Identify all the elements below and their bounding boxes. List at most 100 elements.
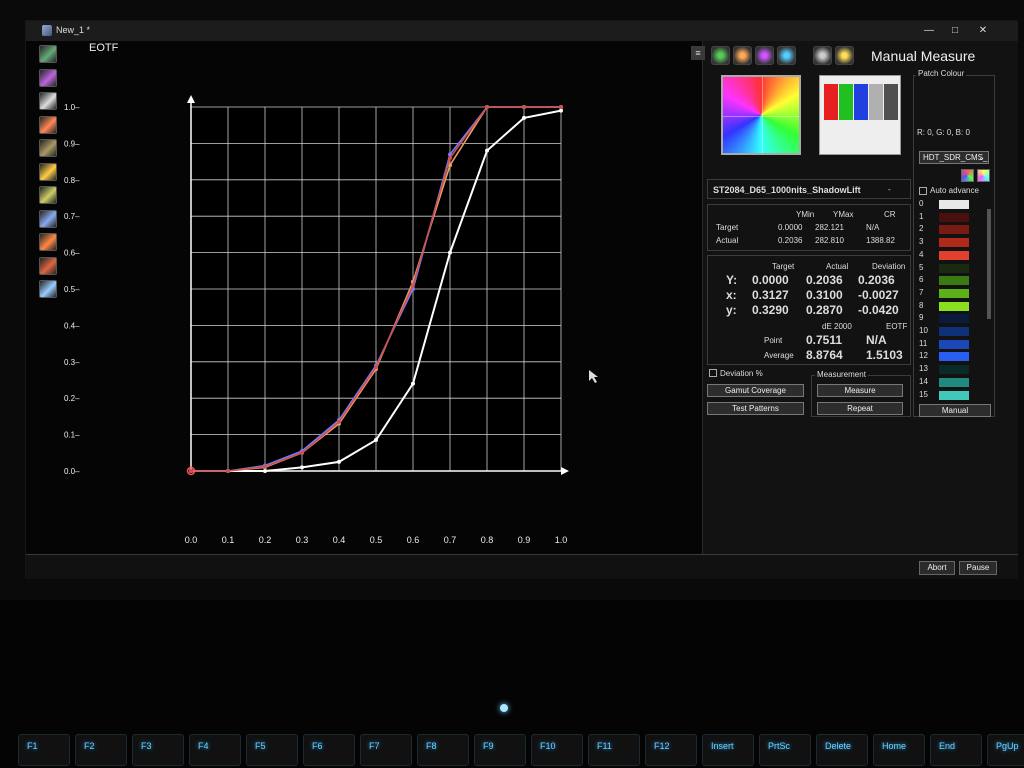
series-point (300, 465, 304, 470)
patch-swatch[interactable] (939, 314, 969, 324)
grayscale-icon[interactable] (777, 46, 796, 65)
patch-preview[interactable] (819, 75, 901, 155)
gamut-coverage-button[interactable]: Gamut Coverage (707, 384, 804, 397)
abort-button[interactable]: Abort (919, 561, 955, 575)
maximize-icon[interactable]: □ (948, 24, 962, 38)
patch-number: 6 (919, 275, 924, 285)
patch-swatch[interactable] (939, 200, 969, 209)
colorwheel-icon[interactable] (733, 46, 752, 65)
minimize-icon[interactable]: — (922, 24, 936, 38)
y-tick-label: 1.0– (64, 103, 80, 112)
series-point (448, 155, 452, 160)
preset-select[interactable]: HDT_SDR_CMS_ ⌄ (919, 151, 989, 164)
patch-swatch[interactable] (939, 301, 969, 311)
y-tick-label: 0.3– (64, 358, 80, 367)
key-prtsc: PrtSc (759, 734, 811, 766)
y-tick-label: 0.6– (64, 249, 80, 258)
ymax-header: CR (884, 210, 896, 219)
x-tick-label: 0.2 (259, 535, 272, 545)
status-bar: Abort Pause (26, 554, 1018, 579)
ymax-cell: 0.0000 (778, 223, 803, 232)
series-point (226, 469, 230, 473)
readings-row-label: y: (726, 303, 737, 317)
measure-button[interactable]: Measure (817, 384, 903, 397)
gamut-icon[interactable] (711, 46, 730, 65)
key-f7: F7 (360, 734, 412, 766)
palette-icon[interactable] (977, 169, 990, 182)
eotf-preview-icon[interactable] (813, 46, 832, 65)
gamut-preview[interactable] (721, 75, 801, 155)
y-axis-arrow-icon (187, 95, 195, 103)
gamut-swatch-icon[interactable] (961, 169, 974, 182)
key-f9: F9 (474, 734, 526, 766)
close-icon[interactable]: ✕ (976, 24, 990, 38)
patch-swatch[interactable] (939, 390, 969, 400)
target-name: ST2084_D65_1000nits_ShadowLift (713, 185, 861, 195)
series-point (263, 469, 267, 473)
series-point (263, 464, 267, 469)
y-tick-label: 0.2– (64, 394, 80, 403)
readings-row-label: x: (726, 288, 737, 302)
chevron-down-icon: ⌄ (978, 153, 985, 162)
patch-swatch[interactable] (939, 250, 969, 260)
patch-number: 12 (919, 351, 928, 361)
patch-swatch[interactable] (939, 377, 969, 387)
average-label: Average (764, 351, 794, 360)
saturation-icon[interactable] (755, 46, 774, 65)
auto-advance-label: Auto advance (930, 186, 979, 195)
key-f5: F5 (246, 734, 298, 766)
manual-button[interactable]: Manual (919, 404, 991, 417)
readings-row-label: Y: (726, 273, 738, 287)
patch-swatch[interactable] (939, 238, 969, 248)
patch-swatch[interactable] (939, 212, 969, 222)
deviation-pct-checkbox[interactable] (709, 369, 717, 377)
pause-button[interactable]: Pause (959, 561, 997, 575)
ymax-row-label: Target (716, 223, 739, 232)
y-tick-label: 0.5– (64, 285, 80, 294)
patch-number: 2 (919, 224, 924, 234)
patch-swatch[interactable] (939, 327, 969, 336)
patch-preview-bar (869, 84, 883, 120)
x-tick-label: 0.5 (370, 535, 383, 545)
readings-cell: -0.0420 (858, 303, 899, 317)
test-patterns-button[interactable]: Test Patterns (707, 402, 804, 415)
series-point (485, 148, 489, 153)
auto-advance-checkbox[interactable] (919, 187, 927, 195)
x-tick-label: 0.9 (518, 535, 531, 545)
target-name-suffix: - (888, 185, 891, 194)
patch-swatch[interactable] (939, 365, 969, 375)
contrast-icon[interactable] (835, 46, 854, 65)
key-f10: F10 (531, 734, 583, 766)
x-tick-label: 0.3 (296, 535, 309, 545)
patch-swatch[interactable] (939, 225, 969, 235)
series-point (448, 250, 452, 255)
x-tick-label: 0.7 (444, 535, 457, 545)
patch-swatch[interactable] (939, 288, 969, 298)
readings-cell: -0.0027 (858, 288, 899, 302)
x-tick-label: 0.1 (222, 535, 235, 545)
repeat-button[interactable]: Repeat (817, 402, 903, 415)
patch-rgb-text: R: 0, G: 0, B: 0 (917, 128, 970, 137)
de-header: dE 2000 (822, 322, 852, 331)
patch-number: 11 (919, 338, 928, 348)
patch-number: 14 (919, 376, 928, 386)
patch-swatch[interactable] (939, 352, 969, 362)
patch-swatch[interactable] (939, 339, 969, 349)
readings-cell: 0.0000 (752, 273, 789, 287)
eotf-header: EOTF (886, 322, 908, 331)
patch-preview-bar (839, 84, 853, 120)
readings-box: Target Actual Deviation Y: 0.0000 0.2036 0.203… (707, 255, 911, 365)
menu-icon[interactable]: ≡ (691, 46, 705, 60)
y-tick-label: 0.1– (64, 431, 80, 440)
laptop-keyboard: F1 F2 F3 F4 F5 F6 F7 F8 F9 F10 F11 F12 Insert PrtSc De… (0, 600, 1024, 768)
patch-swatch[interactable] (939, 263, 969, 273)
ymax-cell: 282.810 (815, 236, 844, 245)
patch-list-scrollbar[interactable] (987, 209, 991, 319)
patch-swatch[interactable] (939, 276, 969, 286)
key-f1: F1 (18, 734, 70, 766)
patch-number: 7 (919, 287, 924, 297)
series-point (374, 438, 378, 443)
readings-cell: 0.3127 (752, 288, 789, 302)
key-f12: F12 (645, 734, 697, 766)
x-tick-label: 1.0 (555, 535, 568, 545)
